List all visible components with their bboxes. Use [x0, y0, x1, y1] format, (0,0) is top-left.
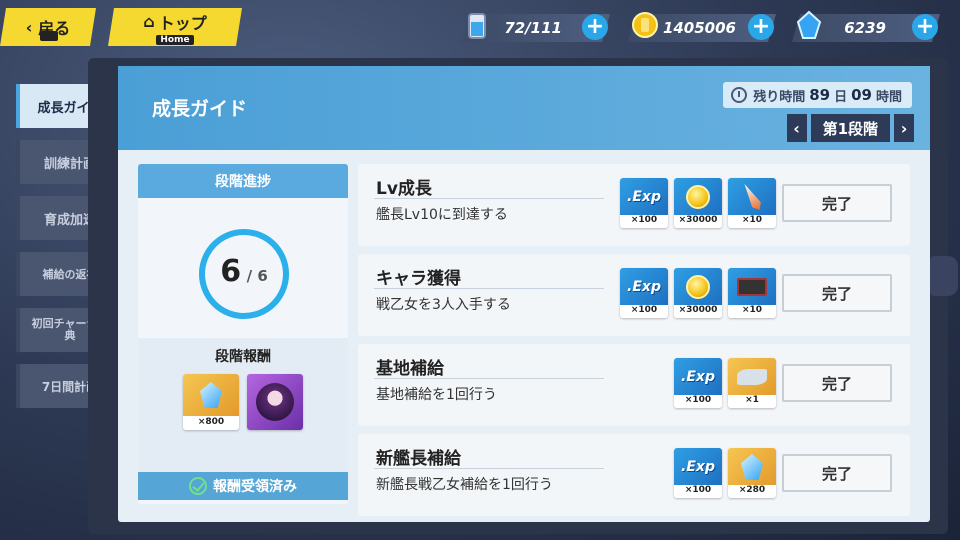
growth-guide-panel: 成長ガイド 残り時間 89 日 09 時間 ‹ 第1段階 › 段階進捗 6 / … [118, 66, 930, 522]
prev-stage-button[interactable]: ‹ [786, 114, 807, 142]
reward-qty: ×100 [620, 305, 668, 318]
reward-claimed-status: 報酬受領済み [138, 472, 348, 500]
task-divider [374, 378, 604, 379]
crystal-icon [728, 448, 776, 486]
exp-icon: .Exp [674, 448, 722, 486]
reward-qty: ×30000 [674, 305, 722, 318]
progress-current: 6 [220, 254, 242, 289]
chip-material-icon [728, 268, 776, 306]
reward-item[interactable]: ×30000 [674, 178, 722, 228]
stage-navigator: ‹ 第1段階 › [786, 114, 914, 142]
stage-progress-card: 段階進捗 6 / 6 段階報酬 ×800 報酬受領済み [138, 164, 348, 504]
timer-days: 89 [809, 86, 831, 104]
exp-icon: .Exp [674, 358, 722, 396]
reward-qty: ×100 [674, 395, 722, 408]
stamina-add-button[interactable]: + [582, 14, 608, 40]
stage-label: 第1段階 [810, 114, 890, 142]
panel-header: 成長ガイド 残り時間 89 日 09 時間 ‹ 第1段階 › [118, 66, 930, 150]
reward-qty: ×1 [728, 395, 776, 408]
crystal-add-button[interactable]: + [912, 14, 938, 40]
reward-item[interactable]: ×280 [728, 448, 776, 498]
exp-icon: .Exp [620, 178, 668, 216]
reward-item[interactable]: ×1 [728, 358, 776, 408]
task-name: キャラ獲得 [376, 269, 461, 289]
clock-icon [731, 87, 748, 103]
back-key-hint [40, 31, 58, 41]
task-desc: 戦乙女を3人入手する [376, 297, 511, 313]
reward-item[interactable]: .Exp ×100 [620, 268, 668, 318]
exp-label: .Exp [627, 279, 661, 295]
reward-item[interactable]: .Exp ×100 [674, 448, 722, 498]
reward-item[interactable]: .Exp ×100 [674, 358, 722, 408]
reward-item[interactable]: ×10 [728, 178, 776, 228]
coin-icon [674, 268, 722, 306]
exp-icon: .Exp [620, 268, 668, 306]
timer-day-unit: 日 [834, 89, 848, 105]
task-divider [374, 288, 604, 289]
task-row: キャラ獲得 戦乙女を3人入手する .Exp ×100 ×30000 ×10 完了 [358, 254, 910, 336]
reward-qty: ×100 [674, 485, 722, 498]
claimed-label: 報酬受領済み [213, 479, 297, 495]
coin-value: 1405006 [662, 19, 736, 37]
ship-material-icon [728, 358, 776, 396]
reward-qty: ×280 [728, 485, 776, 498]
task-name: 基地補給 [376, 359, 444, 379]
complete-button[interactable]: 完了 [782, 184, 892, 222]
book-clasp [930, 256, 958, 296]
reward-item[interactable]: ×30000 [674, 268, 722, 318]
timer-hour-unit: 時間 [875, 89, 902, 105]
task-name: 新艦長補給 [376, 449, 461, 469]
chevron-left-icon: ‹ [25, 17, 33, 37]
complete-button[interactable]: 完了 [782, 274, 892, 312]
coin-icon [674, 178, 722, 216]
timer-hours: 09 [851, 86, 872, 104]
reward-item[interactable]: .Exp ×100 [620, 178, 668, 228]
progress-count: 6 / 6 [194, 254, 294, 289]
timer-prefix: 残り時間 [753, 89, 806, 105]
exp-label: .Exp [681, 459, 715, 475]
reward-qty: ×10 [728, 305, 776, 318]
blade-material-icon [728, 178, 776, 216]
remaining-time: 残り時間 89 日 09 時間 [723, 82, 912, 108]
check-circle-icon [189, 477, 207, 495]
task-divider [374, 468, 604, 469]
reward-qty: ×30000 [674, 215, 722, 228]
coin-add-button[interactable]: + [748, 14, 774, 40]
reward-title: 段階報酬 [215, 349, 271, 365]
complete-button[interactable]: 完了 [782, 364, 892, 402]
page-title: 成長ガイド [152, 98, 248, 120]
task-row: 基地補給 基地補給を1回行う .Exp ×100 ×1 完了 [358, 344, 910, 426]
task-desc: 基地補給を1回行う [376, 387, 497, 403]
reward-qty: ×800 [183, 417, 239, 430]
complete-button[interactable]: 完了 [782, 454, 892, 492]
stamina-value: 72/111 [504, 19, 562, 37]
top-label: トップ [158, 13, 207, 33]
reward-qty: ×10 [728, 215, 776, 228]
reward-item[interactable] [247, 374, 303, 430]
crystal-value: 6239 [844, 19, 886, 37]
exp-label: .Exp [681, 369, 715, 385]
task-row: 新艦長補給 新艦長戦乙女補給を1回行う .Exp ×100 ×280 完了 [358, 434, 910, 516]
crystal-icon [183, 374, 239, 416]
task-row: Lv成長 艦長Lv10に到達する .Exp ×100 ×30000 ×10 完了 [358, 164, 910, 246]
reward-item[interactable]: ×10 [728, 268, 776, 318]
next-stage-button[interactable]: › [894, 114, 914, 142]
home-icon: ⌂ [143, 12, 155, 31]
task-desc: 艦長Lv10に到達する [376, 207, 508, 223]
reward-qty: ×100 [620, 215, 668, 228]
character-portrait-icon [247, 374, 303, 430]
task-divider [374, 198, 604, 199]
task-name: Lv成長 [376, 179, 432, 199]
stage-reward-area: 段階報酬 ×800 [138, 338, 348, 478]
progress-total: / 6 [246, 267, 268, 285]
reward-item[interactable]: ×800 [183, 374, 239, 430]
exp-label: .Exp [627, 189, 661, 205]
top-button[interactable]: ⌂ トップ Home [108, 8, 242, 46]
progress-title: 段階進捗 [138, 164, 348, 198]
progress-ring: 6 / 6 [194, 224, 294, 324]
task-desc: 新艦長戦乙女補給を1回行う [376, 477, 553, 493]
home-tag: Home [156, 35, 193, 45]
